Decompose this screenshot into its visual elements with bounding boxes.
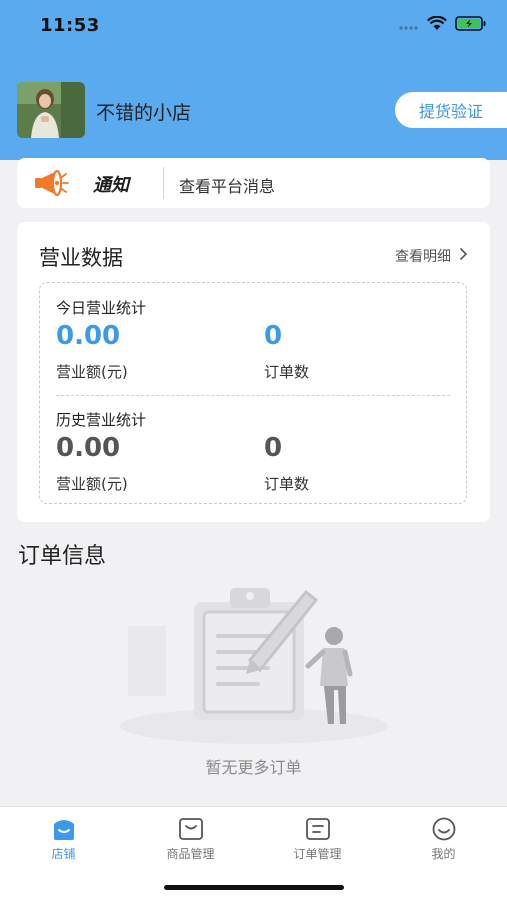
history-revenue-value: 0.00 (56, 433, 121, 463)
status-icons (399, 15, 487, 35)
store-icon (0, 817, 127, 841)
tab-goods-management[interactable]: 商品管理 (127, 817, 254, 862)
tab-store-label: 店铺 (51, 847, 76, 861)
order-info-title: 订单信息 (18, 544, 107, 569)
wifi-icon (427, 15, 447, 35)
history-orders-value: 0 (264, 433, 283, 463)
tab-profile-label: 我的 (431, 847, 456, 861)
store-avatar[interactable] (17, 82, 85, 138)
notice-divider (163, 167, 164, 199)
notice-bar[interactable]: 通知 查看平台消息 (17, 158, 490, 208)
profile-icon (380, 817, 507, 841)
home-indicator (164, 885, 344, 890)
view-detail-link[interactable]: 查看明细 (395, 246, 468, 266)
today-revenue-label: 营业额(元) (56, 363, 128, 381)
notice-title: 通知 (93, 175, 129, 196)
battery-icon (455, 16, 487, 35)
today-orders-value: 0 (264, 321, 283, 351)
goods-icon (127, 817, 254, 841)
megaphone-icon (33, 169, 69, 200)
stats-box: 今日营业统计 0.00 0 营业额(元) 订单数 历史营业统计 0.00 0 营… (39, 282, 467, 504)
tab-order-management[interactable]: 订单管理 (254, 817, 381, 862)
chevron-right-icon (459, 247, 468, 265)
tab-orders-label: 订单管理 (293, 847, 342, 861)
business-data-card: 营业数据 查看明细 今日营业统计 0.00 0 营业额(元) 订单数 历史营业统… (17, 222, 490, 522)
business-title: 营业数据 (39, 246, 123, 270)
history-revenue-label: 营业额(元) (56, 475, 128, 493)
tab-store[interactable]: 店铺 (0, 817, 127, 862)
tab-goods-label: 商品管理 (166, 847, 215, 861)
notice-text: 查看平台消息 (179, 177, 276, 196)
status-time: 11:53 (40, 15, 100, 36)
history-stats-label: 历史营业统计 (56, 411, 147, 429)
history-orders-label: 订单数 (264, 475, 310, 493)
empty-orders-illustration (118, 578, 390, 750)
today-stats-label: 今日营业统计 (56, 299, 147, 317)
status-bar: 11:53 (0, 0, 507, 52)
store-name: 不错的小店 (96, 102, 192, 124)
orders-icon (254, 817, 381, 841)
today-orders-label: 订单数 (264, 363, 310, 381)
stats-divider (56, 395, 450, 396)
signal-icon (399, 16, 419, 35)
view-detail-label: 查看明细 (395, 249, 451, 265)
tab-profile[interactable]: 我的 (380, 817, 507, 862)
pickup-verify-button[interactable]: 提货验证 (395, 92, 507, 128)
empty-orders-text: 暂无更多订单 (205, 758, 302, 777)
today-revenue-value: 0.00 (56, 321, 121, 351)
